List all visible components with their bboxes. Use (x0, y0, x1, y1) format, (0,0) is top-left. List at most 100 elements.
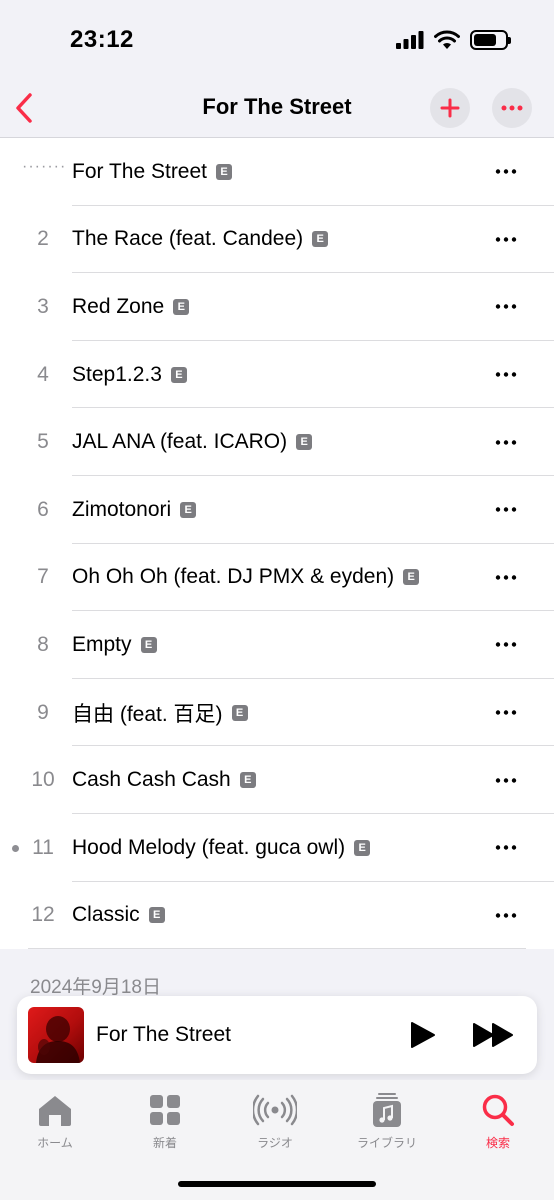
track-row[interactable]: 2 The Race (feat. Candee) E (0, 206, 554, 274)
explicit-badge: E (296, 434, 313, 451)
track-more-button[interactable] (494, 227, 518, 251)
explicit-badge: E (173, 298, 190, 315)
status-time: 23:12 (70, 26, 134, 53)
track-more-button[interactable] (494, 363, 518, 387)
now-playing-title: For The Street (96, 1023, 232, 1046)
explicit-badge: E (403, 569, 420, 586)
ellipsis-icon (495, 777, 517, 783)
track-list: ······· For The Street E 2 The Race (feat… (0, 138, 554, 950)
release-date: 2024年9月18日 (30, 977, 161, 998)
ellipsis-icon (495, 372, 517, 377)
explicit-badge: E (231, 704, 248, 721)
ellipsis-icon (495, 439, 517, 445)
track-title: Red Zone E (72, 295, 190, 319)
tab-search[interactable]: 検索 (443, 1092, 553, 1151)
explicit-badge: E (148, 907, 165, 924)
track-row[interactable]: 10 Cash Cash Cash E (0, 746, 554, 814)
track-title: Hood Melody (feat. guca owl) E (72, 836, 371, 860)
search-icon (482, 1094, 514, 1126)
track-more-button[interactable] (494, 565, 518, 589)
status-icons (396, 30, 511, 50)
navigation-bar: For The Street (0, 80, 554, 138)
track-more-button[interactable] (494, 430, 518, 454)
track-more-button[interactable] (494, 160, 518, 184)
explicit-badge: E (140, 636, 157, 653)
track-number: 2 (37, 227, 49, 251)
more-options-button[interactable] (492, 88, 532, 128)
artwork-image (36, 1016, 80, 1063)
track-title: For The Street E (72, 160, 233, 184)
track-number: 5 (37, 430, 49, 454)
track-number: 8 (37, 632, 49, 656)
ellipsis-icon (495, 237, 517, 242)
track-title: The Race (feat. Candee) E (72, 227, 329, 251)
add-to-library-button[interactable] (430, 88, 470, 128)
cellular-signal-icon (396, 31, 424, 49)
track-more-button[interactable] (494, 768, 518, 792)
track-row[interactable]: 9 自由 (feat. 百足) E (0, 679, 554, 747)
track-title: Zimotonori E (72, 498, 197, 522)
track-row[interactable]: 11 Hood Melody (feat. guca owl) E (0, 814, 554, 882)
track-more-button[interactable] (494, 836, 518, 860)
track-title: Classic E (72, 903, 165, 927)
track-row[interactable]: 12 Classic E (0, 882, 554, 950)
track-title: Cash Cash Cash E (72, 768, 256, 792)
mini-player[interactable]: For The Street (17, 996, 537, 1074)
home-indicator[interactable] (178, 1181, 376, 1187)
track-number: 7 (37, 565, 49, 589)
album-artwork (28, 1007, 84, 1063)
tab-new[interactable]: 新着 (110, 1092, 220, 1151)
tab-label: 新着 (152, 1136, 177, 1150)
track-more-button[interactable] (494, 633, 518, 657)
track-title: Empty E (72, 633, 157, 657)
explicit-badge: E (170, 366, 187, 383)
grid-icon (150, 1095, 180, 1125)
tab-label: ラジオ (257, 1136, 293, 1150)
track-row[interactable]: 3 Red Zone E (0, 273, 554, 341)
track-title: 自由 (feat. 百足) E (72, 698, 248, 728)
track-title: Oh Oh Oh (feat. DJ PMX & eyden) E (72, 565, 420, 589)
track-more-button[interactable] (494, 903, 518, 927)
plus-icon (440, 98, 460, 118)
battery-icon (470, 30, 511, 50)
explicit-badge: E (239, 772, 256, 789)
ellipsis-icon (495, 575, 517, 580)
track-row[interactable]: ······· For The Street E (0, 138, 554, 206)
track-more-button[interactable] (494, 498, 518, 522)
skip-forward-button[interactable] (471, 1020, 517, 1050)
tab-radio[interactable]: ラジオ (220, 1092, 330, 1151)
track-number: 10 (31, 768, 55, 792)
play-icon (411, 1022, 435, 1048)
explicit-badge: E (312, 231, 329, 248)
track-number: 4 (37, 362, 49, 386)
tab-label: 検索 (485, 1136, 510, 1150)
status-bar: 23:12 (0, 0, 554, 80)
row-divider (28, 948, 526, 950)
ellipsis-icon (495, 507, 517, 512)
track-number: 12 (31, 903, 55, 927)
tab-home[interactable]: ホーム (0, 1092, 110, 1151)
ellipsis-icon (495, 169, 517, 174)
tab-library[interactable]: ライブラリ (332, 1092, 442, 1151)
wifi-icon (434, 30, 460, 49)
track-row[interactable]: 7 Oh Oh Oh (feat. DJ PMX & eyden) E (0, 544, 554, 612)
ellipsis-icon (495, 710, 517, 715)
track-row[interactable]: 4 Step1.2.3 E (0, 341, 554, 409)
track-number: 6 (37, 497, 49, 521)
home-icon (39, 1096, 71, 1126)
track-row[interactable]: 8 Empty E (0, 611, 554, 679)
ellipsis-icon (495, 304, 517, 310)
page-title: For The Street (202, 94, 352, 119)
track-row[interactable]: 6 Zimotonori E (0, 476, 554, 544)
track-row[interactable]: 5 JAL ANA (feat. ICARO) E (0, 408, 554, 476)
explicit-badge: E (180, 501, 197, 518)
ellipsis-icon (501, 105, 523, 111)
track-number: 3 (37, 294, 49, 318)
track-more-button[interactable] (494, 701, 518, 725)
track-number: 11 (32, 835, 54, 859)
track-more-button[interactable] (494, 295, 518, 319)
track-title: Step1.2.3 E (72, 363, 187, 387)
play-button[interactable] (407, 1020, 437, 1050)
ellipsis-icon (495, 913, 517, 918)
fast-forward-icon (473, 1023, 513, 1047)
